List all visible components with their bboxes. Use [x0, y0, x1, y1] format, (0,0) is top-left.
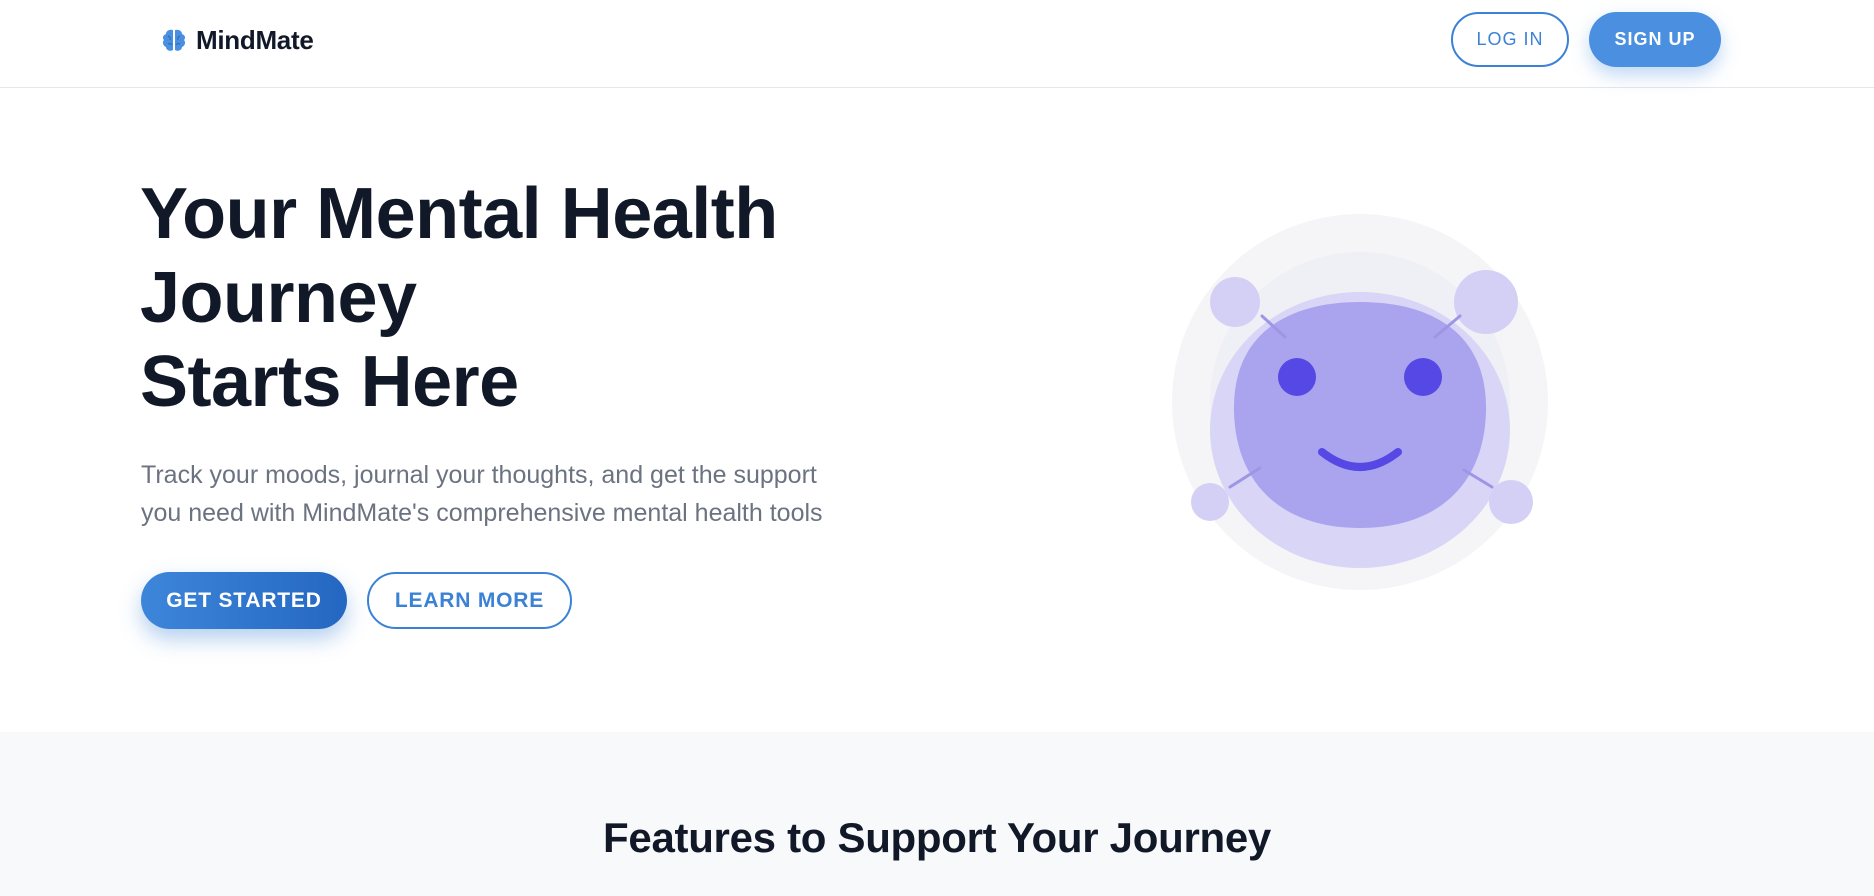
bubble-top-left [1210, 277, 1260, 327]
features-section: Features to Support Your Journey [0, 732, 1874, 896]
brand-logo[interactable]: MindMate [160, 22, 314, 58]
face-blob [1233, 302, 1487, 528]
hero-subtitle: Track your moods, journal your thoughts,… [141, 456, 901, 532]
signup-button[interactable]: SIGN UP [1589, 12, 1721, 67]
hero-subtitle-line: Track your moods, journal your thoughts,… [141, 461, 817, 489]
features-title: Features to Support Your Journey [603, 814, 1271, 861]
brain-icon [162, 29, 186, 51]
hero-subtitle-line: you need with MindMate's comprehensive m… [141, 499, 823, 527]
left-eye [1278, 358, 1316, 396]
bubble-bottom-left [1191, 483, 1229, 521]
hero-title-line: Starts Here [140, 342, 519, 422]
hero-title: Your Mental Health Journey Starts Here [140, 172, 940, 424]
hero-title-line: Your Mental Health [140, 174, 778, 254]
login-button[interactable]: LOG IN [1451, 12, 1569, 67]
right-eye [1404, 358, 1442, 396]
smiling-face-illustration [1172, 214, 1548, 590]
brand-name: MindMate [196, 24, 314, 55]
get-started-button[interactable]: GET STARTED [141, 572, 347, 629]
bubble-bottom-right [1489, 480, 1533, 524]
top-navbar: MindMate LOG IN SIGN UP [0, 0, 1874, 88]
hero-title-line: Journey [140, 258, 417, 338]
learn-more-button[interactable]: LEARN MORE [367, 572, 572, 629]
bubble-top-right [1454, 270, 1518, 334]
